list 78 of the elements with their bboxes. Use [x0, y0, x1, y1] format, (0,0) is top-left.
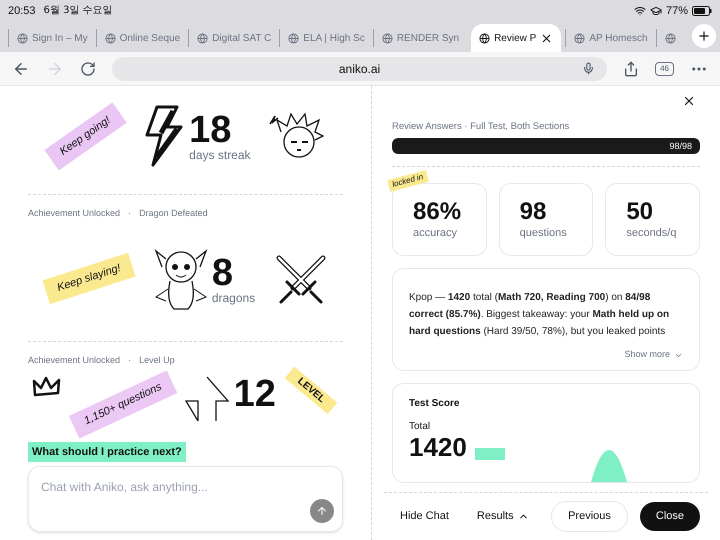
globe-icon	[197, 32, 208, 44]
status-date: 6월 3일 수요일	[44, 4, 113, 18]
tab-count-button[interactable]: 46	[655, 62, 674, 76]
send-button[interactable]	[310, 499, 334, 523]
achievement-heading: Achievement Unlocked	[28, 207, 120, 220]
achievement-name: Dragon Defeated	[139, 207, 208, 220]
share-icon[interactable]	[623, 60, 640, 76]
level-count: 12	[234, 375, 276, 413]
spiky-hair-character-drawing	[266, 112, 327, 160]
arrow-up-icon	[316, 505, 328, 517]
status-time: 20:53	[8, 4, 36, 19]
battery-percent: 77%	[666, 4, 688, 19]
plus-icon	[697, 29, 711, 43]
previous-button[interactable]: Previous	[551, 501, 628, 532]
tab-title: Digital SAT C	[212, 32, 272, 46]
score-title: Test Score	[409, 396, 460, 411]
stat-value: 86%	[413, 200, 462, 224]
globe-icon	[574, 32, 586, 44]
browser-tab[interactable]: Review P	[471, 24, 562, 52]
tab-title: Sign In – My	[32, 32, 88, 46]
globe-icon	[288, 32, 300, 44]
score-value: 1420	[409, 434, 467, 460]
close-icon[interactable]	[540, 32, 554, 44]
close-button[interactable]: Close	[640, 502, 700, 531]
tab-title: Online Seque	[120, 32, 180, 46]
achievement-heading: Achievement Unlocked	[28, 354, 120, 366]
stat-label: seconds/q	[626, 228, 678, 240]
globe-icon	[479, 32, 490, 44]
globe-icon	[664, 32, 676, 44]
tab-title: ELA | High Sc	[303, 32, 365, 46]
chat-input[interactable]: Chat with Aniko, ask anything...	[41, 478, 330, 496]
stat-value: 50	[626, 200, 654, 224]
summary-text: Kpop — 1420 total (Math 720, Reading 700) on 84/98 correct (85.7%). Biggest takeaway: your Math held up on hard questions (Hard 39/50, 78%), but you leaked points	[409, 291, 670, 340]
browser-tab[interactable]: ELA | High Sc	[279, 29, 373, 47]
lightning-bolt-icon	[143, 105, 186, 167]
tab-title: RENDER Syn	[396, 32, 460, 46]
achievement-name: Level Up	[139, 354, 175, 367]
streak-count: 18	[189, 111, 232, 149]
globe-icon	[17, 32, 28, 44]
tab-title: Review P	[494, 32, 536, 46]
globe-icon	[382, 32, 393, 44]
crown-icon	[32, 375, 62, 399]
locked-in-sticker: locked in	[387, 170, 428, 192]
stat-label: questions	[520, 228, 568, 240]
score-label: Total	[409, 420, 432, 434]
separator-dot: ·	[128, 207, 132, 220]
suggestion-chip[interactable]: What should I practice next?	[28, 442, 186, 462]
globe-icon	[104, 32, 116, 44]
score-curve-drawing	[591, 448, 627, 482]
streak-label: days streak	[189, 149, 251, 161]
score-change-badge	[474, 448, 505, 460]
browser-tab[interactable]: Sign In – My	[8, 29, 96, 47]
chat-box[interactable]: Chat with Aniko, ask anything...	[28, 466, 343, 532]
reload-icon[interactable]	[80, 60, 96, 76]
stat-label: accuracy	[413, 228, 458, 240]
new-tab-button[interactable]	[692, 24, 716, 48]
separator-dot: ·	[128, 354, 132, 366]
battery-icon	[692, 6, 712, 16]
review-title: Review Answers · Full Test, Both Sections	[392, 120, 570, 134]
crossed-swords-icon	[274, 254, 327, 304]
dragon-label: dragons	[212, 292, 256, 304]
address-bar[interactable]: aniko.ai	[112, 56, 608, 80]
browser-tab[interactable]: RENDER Syn	[372, 29, 468, 47]
graduation-cap-icon	[650, 5, 662, 17]
show-more-button[interactable]: Show more	[624, 348, 683, 362]
hide-chat-button[interactable]: Hide Chat	[392, 504, 457, 529]
close-icon[interactable]	[682, 94, 696, 108]
results-button[interactable]: Results	[468, 504, 537, 529]
progress-count: 98/98	[669, 140, 692, 154]
sticker-label: Keep slaying!	[42, 252, 136, 304]
microphone-icon[interactable]	[582, 62, 596, 75]
browser-tab[interactable]: AP Homesch	[565, 29, 656, 47]
up-arrow-drawing	[184, 375, 230, 421]
browser-tab[interactable]: Online Seque	[96, 29, 188, 47]
browser-tab[interactable]: Digital SAT C	[188, 29, 280, 47]
tab-title: AP Homesch	[589, 32, 648, 46]
stat-value: 98	[520, 200, 548, 224]
dragon-count: 8	[212, 254, 233, 292]
